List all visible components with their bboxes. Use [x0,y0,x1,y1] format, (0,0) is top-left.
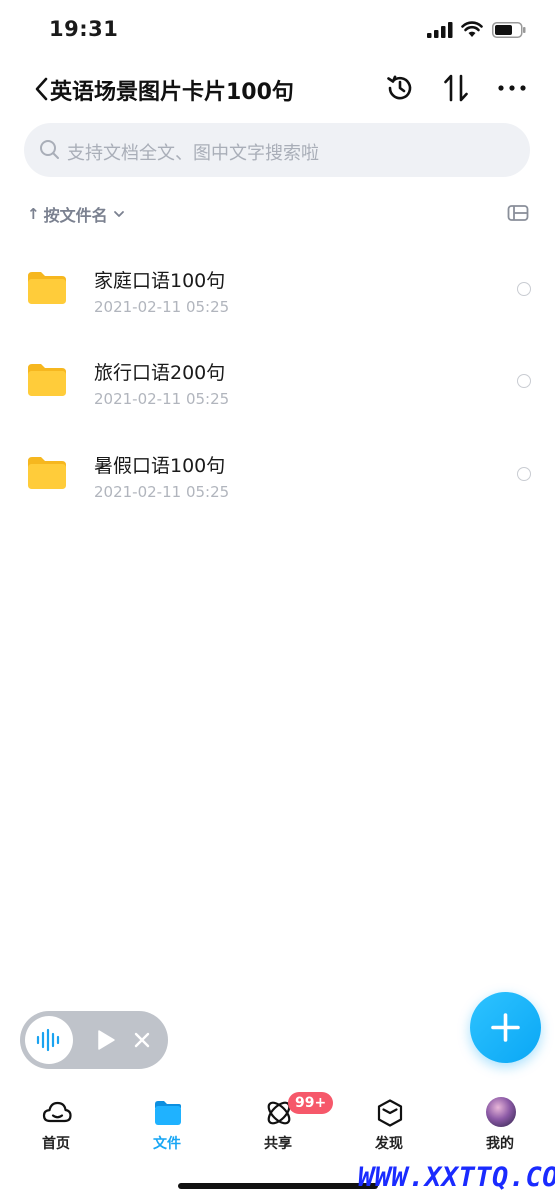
file-date: 2021-02-11 05:25 [94,390,230,408]
play-icon[interactable] [96,1029,116,1051]
tab-discover[interactable]: 发现 [349,1094,429,1154]
back-chevron-icon[interactable] [33,76,51,102]
tab-label: 发现 [375,1136,403,1152]
list-item[interactable]: 暑假口语100句 2021-02-11 05:25 [0,431,555,523]
tab-files[interactable]: 文件 [127,1094,207,1154]
chevron-down-icon [113,211,124,217]
cloud-icon [42,1101,72,1123]
plus-icon [491,1013,520,1042]
avatar [486,1097,516,1127]
notification-badge: 99+ [288,1092,334,1114]
file-name: 暑假口语100句 [94,455,226,477]
select-checkbox[interactable] [517,374,531,388]
status-time: 19:31 [49,17,119,41]
folder-icon [28,272,66,304]
audio-wave-button[interactable] [25,1016,73,1064]
battery-icon [492,22,526,38]
home-indicator [178,1183,378,1189]
file-date: 2021-02-11 05:25 [94,298,230,316]
sort-by-name-dropdown[interactable]: ↑ 按文件名 [27,202,126,226]
tab-label: 文件 [153,1136,181,1152]
search-icon [40,140,59,159]
search-placeholder: 支持文档全文、图中文字搜索啦 [67,143,319,164]
more-options-icon[interactable] [497,78,527,98]
file-name: 旅行口语200句 [94,362,226,384]
select-checkbox[interactable] [517,282,531,296]
select-checkbox[interactable] [517,467,531,481]
close-icon[interactable] [133,1031,151,1049]
cube-icon [377,1099,403,1127]
folder-icon [155,1101,181,1125]
sort-ascending-arrow-icon: ↑ [27,205,40,223]
tab-label: 共享 [264,1136,292,1152]
file-name: 家庭口语100句 [94,270,226,292]
add-button[interactable] [470,992,541,1063]
sort-label: 按文件名 [43,206,108,225]
list-item[interactable]: 家庭口语100句 2021-02-11 05:25 [0,246,555,338]
folder-icon [28,457,66,489]
file-date: 2021-02-11 05:25 [94,483,230,501]
tab-me[interactable]: 我的 [460,1094,540,1154]
tab-label: 我的 [486,1136,514,1152]
wifi-icon [461,21,483,37]
view-mode-toggle-icon[interactable] [507,204,529,222]
watermark: WWW.XXTTQ.COM [358,1162,555,1193]
sort-arrows-icon[interactable] [441,73,471,103]
tab-home[interactable]: 首页 [16,1094,96,1154]
list-item[interactable]: 旅行口语200句 2021-02-11 05:25 [0,338,555,430]
folder-icon [28,364,66,396]
sound-wave-icon [36,1028,60,1052]
history-clock-icon[interactable] [385,73,415,103]
page-title: 英语场景图片卡片100句 [50,80,294,105]
cellular-signal-icon [427,22,453,38]
tab-label: 首页 [42,1136,70,1152]
